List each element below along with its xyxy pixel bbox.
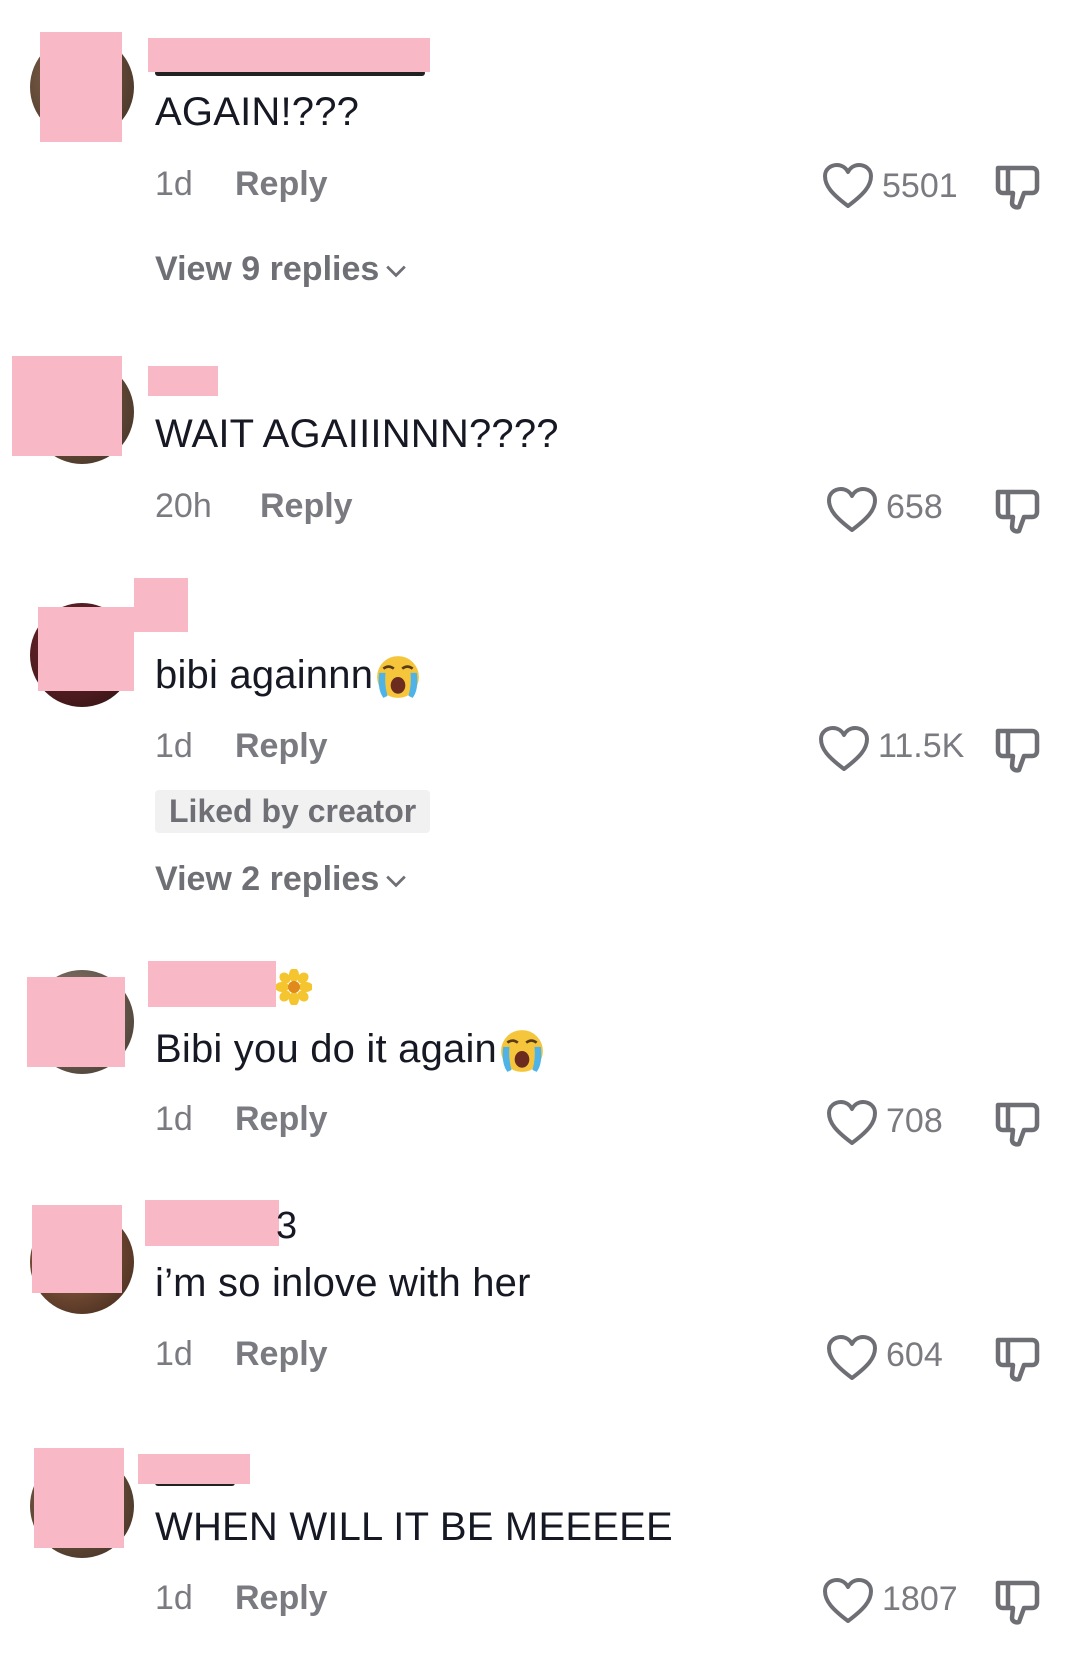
comment-text: WAIT AGAIIINNN????	[155, 412, 559, 456]
reply-button[interactable]: Reply	[260, 487, 353, 526]
comment-item: AGAIN!??? 1d Reply 5501 View 9 replies	[0, 0, 1078, 300]
thumbs-down-icon[interactable]	[992, 486, 1042, 536]
chevron-down-icon	[385, 873, 407, 889]
comment-text: Bibi you do it again	[155, 1027, 545, 1074]
comment-age: 1d	[155, 727, 193, 765]
comment-age: 20h	[155, 487, 212, 525]
redacted-avatar	[12, 356, 122, 456]
thumbs-down-icon[interactable]	[992, 725, 1042, 775]
heart-outline-icon[interactable]	[826, 1334, 878, 1382]
heart-outline-icon[interactable]	[822, 162, 874, 210]
like-count: 5501	[882, 167, 958, 205]
redacted-username	[134, 578, 188, 632]
reply-button[interactable]: Reply	[235, 1579, 328, 1618]
comment-age: 1d	[155, 165, 193, 203]
like-count: 658	[886, 488, 943, 526]
like-count: 1807	[882, 1580, 958, 1618]
like-count: 604	[886, 1336, 943, 1374]
redacted-username	[148, 38, 430, 72]
reply-button[interactable]: Reply	[235, 727, 328, 766]
heart-outline-icon[interactable]	[826, 1099, 878, 1147]
redacted-avatar	[27, 977, 125, 1067]
redacted-username	[148, 961, 276, 1007]
thumbs-down-icon[interactable]	[992, 1099, 1042, 1149]
heart-outline-icon[interactable]	[826, 486, 878, 534]
redacted-avatar	[34, 1448, 124, 1548]
view-replies-label: View 2 replies	[155, 860, 380, 898]
reply-button[interactable]: Reply	[235, 1100, 328, 1139]
comment-item: bibi againnn 1d Reply 11.5K Liked by cre…	[0, 575, 1078, 905]
like-count: 708	[886, 1102, 943, 1140]
loudly-crying-face-emoji	[499, 1028, 545, 1074]
chevron-down-icon	[385, 263, 407, 279]
comment-age: 1d	[155, 1579, 193, 1617]
comment-age: 1d	[155, 1335, 193, 1373]
redacted-avatar	[38, 607, 134, 691]
comment-item: WHEN WILL IT BE MEEEEE 1d Reply 1807	[0, 1440, 1078, 1658]
redacted-avatar	[32, 1205, 122, 1293]
liked-by-creator-badge: Liked by creator	[155, 790, 431, 833]
comment-text-content: bibi againnn	[155, 653, 374, 697]
comment-text: bibi againnn	[155, 653, 421, 700]
comment-text: AGAIN!???	[155, 90, 360, 134]
comment-item: 3 i’m so inlove with her 1d Reply 604	[0, 1195, 1078, 1385]
view-replies-button[interactable]: View 9 replies	[155, 250, 407, 289]
comment-text: i’m so inlove with her	[155, 1261, 531, 1305]
thumbs-down-icon[interactable]	[992, 162, 1042, 212]
redacted-username	[145, 1200, 279, 1246]
heart-outline-icon[interactable]	[818, 725, 870, 773]
view-replies-button[interactable]: View 2 replies	[155, 860, 407, 899]
redacted-avatar	[40, 32, 122, 142]
redacted-username	[138, 1454, 250, 1484]
view-replies-label: View 9 replies	[155, 250, 380, 288]
comment-age: 1d	[155, 1100, 193, 1138]
blossom-emoji	[276, 969, 312, 1005]
like-count: 11.5K	[878, 727, 965, 765]
comment-item: Bibi you do it again 1d Reply 708	[0, 955, 1078, 1145]
redacted-username	[148, 366, 218, 396]
username-fragment: 3	[276, 1205, 298, 1247]
comment-item: WAIT AGAIIINNN???? 20h Reply 658	[0, 350, 1078, 550]
loudly-crying-face-emoji	[375, 654, 421, 700]
comment-text: WHEN WILL IT BE MEEEEE	[155, 1505, 673, 1549]
thumbs-down-icon[interactable]	[992, 1577, 1042, 1627]
heart-outline-icon[interactable]	[822, 1577, 874, 1625]
comment-text-content: Bibi you do it again	[155, 1027, 498, 1071]
reply-button[interactable]: Reply	[235, 1335, 328, 1374]
thumbs-down-icon[interactable]	[992, 1334, 1042, 1384]
reply-button[interactable]: Reply	[235, 165, 328, 204]
